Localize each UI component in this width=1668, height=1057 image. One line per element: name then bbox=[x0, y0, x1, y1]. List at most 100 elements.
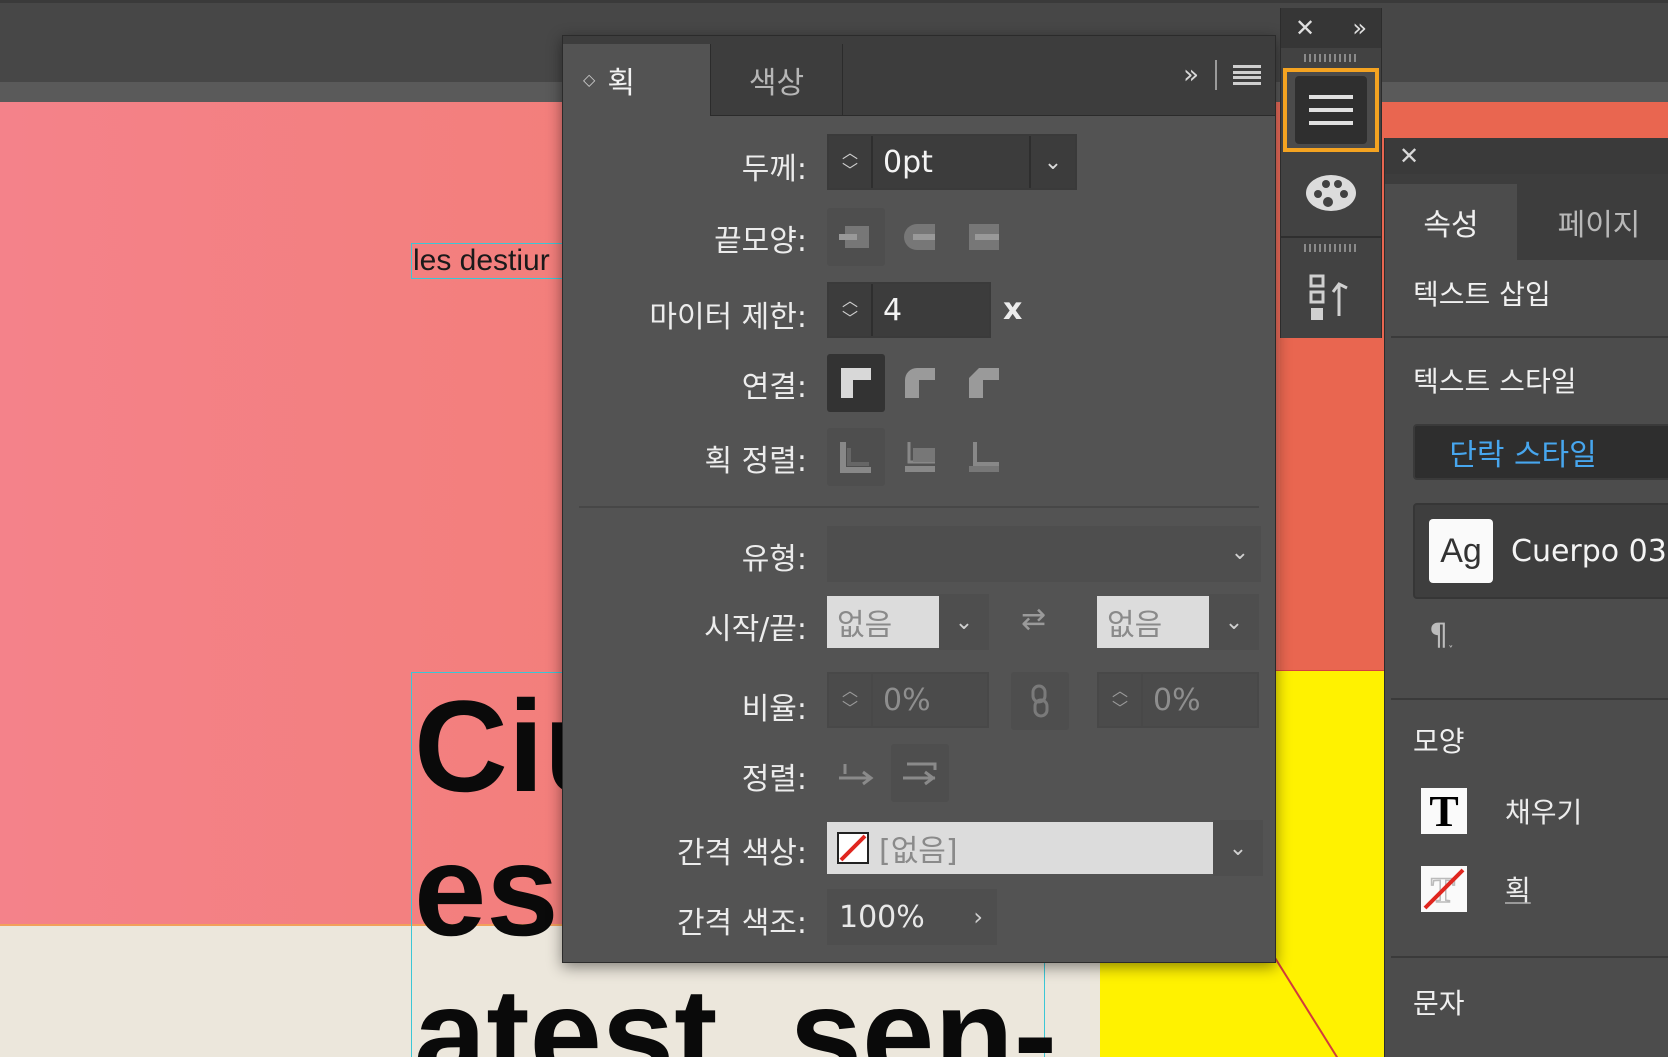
start-arrowhead-dropdown[interactable]: 없음 ⌄ bbox=[827, 594, 989, 650]
stroke-row[interactable]: T 획 bbox=[1421, 866, 1531, 912]
close-icon[interactable]: ✕ bbox=[1399, 142, 1419, 170]
start-scale-stepper[interactable]: ︿ ﹀ 0% bbox=[827, 672, 989, 728]
align-center-icon bbox=[840, 442, 871, 473]
swatches-palette-icon bbox=[1306, 175, 1356, 211]
fill-row[interactable]: T 채우기 bbox=[1421, 787, 1583, 836]
weight-input[interactable]: 0pt bbox=[873, 136, 1029, 188]
stepper-arrows-icon[interactable]: ︿ ﹀ bbox=[829, 674, 873, 726]
style-preview-glyph: Ag bbox=[1429, 519, 1493, 583]
section-divider bbox=[579, 506, 1259, 508]
stroke-panel-icon bbox=[1309, 95, 1353, 125]
start-scale-input[interactable]: 0% bbox=[873, 674, 987, 726]
close-icon[interactable]: ✕ bbox=[1295, 14, 1315, 42]
gap-tint-value[interactable]: 100% bbox=[839, 900, 925, 935]
gap-color-dropdown[interactable]: [없음] ⌄ bbox=[827, 820, 1263, 876]
butt-cap-button[interactable] bbox=[827, 208, 885, 266]
miter-join-icon bbox=[841, 368, 871, 398]
tab-stroke[interactable]: ◇ 획 bbox=[563, 44, 711, 116]
swap-arrows-icon[interactable]: ⇄ bbox=[1021, 602, 1046, 637]
bevel-join-icon bbox=[969, 368, 999, 398]
stroke-panel-toggle-button[interactable] bbox=[1283, 68, 1379, 152]
section-divider bbox=[1391, 956, 1668, 958]
properties-panel-header: ✕ bbox=[1385, 138, 1668, 174]
weight-label: 두께: bbox=[741, 152, 807, 187]
join-label: 연결: bbox=[741, 370, 807, 405]
align-stroke-center-button[interactable] bbox=[827, 428, 885, 486]
miter-limit-input[interactable]: 4 bbox=[873, 284, 989, 336]
end-arrowhead-dropdown[interactable]: 없음 ⌄ bbox=[1097, 594, 1259, 650]
tab-properties-label: 속성 bbox=[1423, 208, 1479, 243]
paragraph-style-name: Cuerpo 03 bbox=[1511, 533, 1667, 569]
none-swatch-icon bbox=[837, 832, 869, 864]
panel-menu-icon[interactable] bbox=[1233, 65, 1261, 85]
chevron-updown-icon[interactable]: ◇ bbox=[583, 72, 595, 88]
divider bbox=[1215, 60, 1217, 90]
tab-color[interactable]: 색상 bbox=[711, 44, 843, 116]
align-stroke-label: 획 정렬: bbox=[704, 444, 807, 479]
chevron-down-icon[interactable]: ⌄ bbox=[1209, 594, 1259, 650]
section-divider bbox=[1391, 336, 1668, 338]
gap-color-field[interactable]: [없음] bbox=[827, 822, 1213, 874]
stepper-arrows-icon[interactable]: ︿ ﹀ bbox=[1099, 674, 1143, 726]
gap-tint-field[interactable]: 100% › bbox=[827, 889, 997, 945]
chevron-down-icon[interactable]: ⌄ bbox=[1231, 540, 1249, 565]
chevron-right-icon[interactable]: › bbox=[973, 903, 983, 931]
align-arrowhead-extend-button[interactable] bbox=[827, 744, 885, 802]
insert-text-button[interactable]: 텍스트 삽입 bbox=[1413, 273, 1551, 313]
pilcrow-icon[interactable]: ¶˯ bbox=[1429, 618, 1453, 653]
fill-label: 채우기 bbox=[1505, 796, 1583, 829]
arrow-inside-icon bbox=[903, 762, 937, 786]
round-cap-icon bbox=[904, 224, 935, 250]
drag-grip[interactable] bbox=[1304, 244, 1358, 252]
paragraph-style-button[interactable]: 단락 스타일 bbox=[1413, 424, 1668, 480]
chevron-down-icon[interactable]: ⌄ bbox=[1029, 136, 1075, 188]
end-scale-input[interactable]: 0% bbox=[1143, 674, 1257, 726]
expand-panels-icon[interactable]: » bbox=[1352, 14, 1367, 42]
align-stroke-outside-button[interactable] bbox=[955, 428, 1013, 486]
align-stroke-inside-button[interactable] bbox=[891, 428, 949, 486]
chevron-down-icon[interactable]: ⌄ bbox=[1213, 820, 1263, 876]
fill-swatch-icon[interactable]: T bbox=[1421, 787, 1467, 836]
start-arrowhead-value[interactable]: 없음 bbox=[827, 596, 939, 648]
layout-adjust-icon bbox=[1309, 274, 1348, 320]
gap-tint-label: 간격 색조: bbox=[676, 906, 807, 941]
page-transitions-button[interactable] bbox=[1283, 258, 1379, 338]
miter-limit-label: 마이터 제한: bbox=[649, 300, 807, 335]
type-label: 유형: bbox=[741, 542, 807, 577]
stroke-swatch-icon[interactable]: T bbox=[1421, 866, 1467, 912]
stroke-panel: ◇ 획 색상 » 두께: ︿ ﹀ 0pt ⌄ 끝모양: 마이터 제한: ︿ ﹀ 4 … bbox=[562, 35, 1276, 963]
stepper-arrows-icon[interactable]: ︿ ﹀ bbox=[829, 284, 873, 336]
type-dropdown[interactable]: ⌄ bbox=[827, 526, 1261, 582]
stepper-arrows-icon[interactable]: ︿ ﹀ bbox=[829, 136, 873, 188]
align-arrowhead-inside-button[interactable] bbox=[891, 744, 949, 802]
round-join-button[interactable] bbox=[891, 354, 949, 412]
text-frame-small[interactable]: les destiur bbox=[411, 243, 571, 279]
paragraph-style-card[interactable]: Ag Cuerpo 03 bbox=[1413, 503, 1668, 599]
round-cap-button[interactable] bbox=[891, 208, 949, 266]
bevel-join-button[interactable] bbox=[955, 354, 1013, 412]
end-scale-stepper[interactable]: ︿ ﹀ 0% bbox=[1097, 672, 1259, 728]
miter-join-button[interactable] bbox=[827, 354, 885, 412]
headline-line-3: atest sen- bbox=[414, 961, 1058, 1057]
tab-properties[interactable]: 속성 bbox=[1385, 184, 1517, 260]
appearance-heading: 모양 bbox=[1413, 725, 1465, 758]
end-arrowhead-value[interactable]: 없음 bbox=[1097, 596, 1209, 648]
expand-panels-icon[interactable]: » bbox=[1183, 60, 1199, 90]
projecting-cap-button[interactable] bbox=[955, 208, 1013, 266]
link-scale-button[interactable] bbox=[1011, 672, 1069, 730]
tab-color-label: 색상 bbox=[748, 66, 805, 101]
link-icon bbox=[1031, 684, 1049, 718]
chevron-down-icon[interactable]: ⌄ bbox=[939, 594, 989, 650]
cap-label: 끝모양: bbox=[714, 224, 807, 259]
properties-panel: ✕ 속성 페이지 텍스트 삽입 텍스트 스타일 단락 스타일 Ag Cuerpo… bbox=[1384, 138, 1668, 1057]
none-stroke-icon: T bbox=[1421, 866, 1467, 912]
miter-limit-stepper[interactable]: ︿ ﹀ 4 bbox=[827, 282, 991, 338]
drag-grip[interactable] bbox=[1304, 54, 1358, 62]
swatches-panel-button[interactable] bbox=[1283, 158, 1379, 228]
character-heading: 문자 bbox=[1413, 987, 1465, 1020]
collapsed-panel-dock: ✕ » bbox=[1280, 8, 1382, 338]
tab-pages[interactable]: 페이지 bbox=[1519, 184, 1668, 260]
properties-panel-tabs: 속성 페이지 bbox=[1385, 174, 1668, 260]
stroke-label: 획 bbox=[1505, 874, 1531, 907]
weight-stepper[interactable]: ︿ ﹀ 0pt ⌄ bbox=[827, 134, 1077, 190]
